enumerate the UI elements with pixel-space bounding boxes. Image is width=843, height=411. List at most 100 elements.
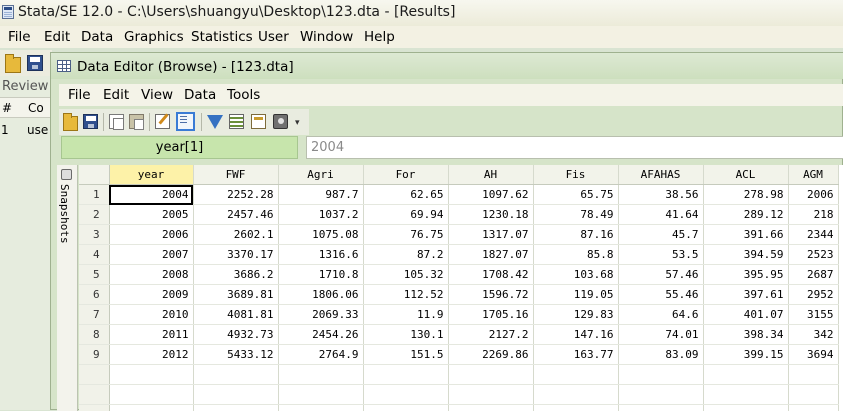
table-cell[interactable]: 2523 xyxy=(788,245,838,265)
menu-file[interactable]: File xyxy=(8,29,31,45)
table-cell[interactable]: 2269.86 xyxy=(448,345,533,365)
observation-number[interactable]: 1 xyxy=(79,185,109,205)
table-cell[interactable]: 397.61 xyxy=(703,285,788,305)
observation-number[interactable]: 8 xyxy=(79,325,109,345)
table-cell[interactable]: 1708.42 xyxy=(448,265,533,285)
table-cell[interactable] xyxy=(703,365,788,385)
table-cell[interactable]: 1037.2 xyxy=(278,205,363,225)
table-cell[interactable] xyxy=(533,385,618,405)
table-cell[interactable]: 1710.8 xyxy=(278,265,363,285)
table-cell[interactable]: 2006 xyxy=(109,225,193,245)
table-cell[interactable]: 4932.73 xyxy=(193,325,278,345)
table-cell[interactable]: 401.07 xyxy=(703,305,788,325)
cell-name-box[interactable]: year[1] xyxy=(61,136,298,159)
table-cell[interactable] xyxy=(703,385,788,405)
column-header-fis[interactable]: Fis xyxy=(533,165,618,185)
table-cell[interactable]: 1230.18 xyxy=(448,205,533,225)
menu-data[interactable]: Data xyxy=(81,29,113,45)
table-cell[interactable]: 103.68 xyxy=(533,265,618,285)
open-icon[interactable] xyxy=(63,116,78,131)
observation-number[interactable]: 2 xyxy=(79,205,109,225)
table-cell[interactable]: 64.6 xyxy=(618,305,703,325)
menu-edit[interactable]: Edit xyxy=(44,29,70,45)
table-cell[interactable]: 87.2 xyxy=(363,245,448,265)
table-cell[interactable]: 41.64 xyxy=(618,205,703,225)
table-cell[interactable]: 2344 xyxy=(788,225,838,245)
table-cell[interactable]: 395.95 xyxy=(703,265,788,285)
table-cell[interactable] xyxy=(788,365,838,385)
table-cell[interactable]: 2454.26 xyxy=(278,325,363,345)
table-cell[interactable]: 218 xyxy=(788,205,838,225)
table-cell[interactable] xyxy=(363,405,448,411)
menu-statistics[interactable]: Statistics xyxy=(191,29,253,45)
table-cell[interactable]: 2602.1 xyxy=(193,225,278,245)
observation-number[interactable]: 7 xyxy=(79,305,109,325)
table-cell[interactable]: 2005 xyxy=(109,205,193,225)
table-cell[interactable]: 1705.16 xyxy=(448,305,533,325)
table-cell[interactable] xyxy=(618,385,703,405)
variables-icon[interactable] xyxy=(229,114,244,129)
table-cell[interactable]: 4081.81 xyxy=(193,305,278,325)
table-cell[interactable]: 62.65 xyxy=(363,185,448,205)
observation-number[interactable]: 3 xyxy=(79,225,109,245)
observation-number[interactable]: 9 xyxy=(79,345,109,365)
table-cell[interactable]: 1806.06 xyxy=(278,285,363,305)
review-col-command[interactable]: Co xyxy=(28,101,44,115)
table-cell[interactable] xyxy=(109,365,193,385)
table-cell[interactable] xyxy=(448,365,533,385)
table-cell[interactable]: 74.01 xyxy=(618,325,703,345)
table-cell[interactable]: 69.94 xyxy=(363,205,448,225)
table-cell[interactable]: 57.46 xyxy=(618,265,703,285)
menu-help[interactable]: Help xyxy=(364,29,395,45)
review-col-number[interactable]: # xyxy=(2,101,12,115)
editor-menu-view[interactable]: View xyxy=(141,87,173,103)
table-cell[interactable]: 342 xyxy=(788,325,838,345)
table-cell[interactable]: 3686.2 xyxy=(193,265,278,285)
snapshots-tab[interactable]: Snapshots xyxy=(57,165,78,411)
filter-icon[interactable] xyxy=(207,115,223,129)
table-cell[interactable]: 55.46 xyxy=(618,285,703,305)
table-cell[interactable]: 87.16 xyxy=(533,225,618,245)
table-cell[interactable]: 2952 xyxy=(788,285,838,305)
snapshots-icon[interactable] xyxy=(273,114,288,129)
data-editor-browse-icon[interactable] xyxy=(176,112,195,131)
table-cell[interactable]: 1317.07 xyxy=(448,225,533,245)
table-cell[interactable] xyxy=(448,385,533,405)
table-cell[interactable]: 129.83 xyxy=(533,305,618,325)
open-folder-icon[interactable] xyxy=(5,57,21,73)
table-cell[interactable]: 151.5 xyxy=(363,345,448,365)
table-cell[interactable]: 76.75 xyxy=(363,225,448,245)
paste-icon[interactable] xyxy=(129,114,144,129)
copy-icon[interactable] xyxy=(109,114,124,129)
cell-value-field[interactable]: 2004 xyxy=(306,136,843,159)
table-cell[interactable]: 1316.6 xyxy=(278,245,363,265)
column-header-ah[interactable]: AH xyxy=(448,165,533,185)
table-cell[interactable] xyxy=(278,385,363,405)
table-cell[interactable]: 1097.62 xyxy=(448,185,533,205)
table-cell[interactable] xyxy=(278,365,363,385)
observation-number[interactable]: 4 xyxy=(79,245,109,265)
editor-menu-edit[interactable]: Edit xyxy=(103,87,129,103)
table-cell[interactable]: 2012 xyxy=(109,345,193,365)
column-header-agm[interactable]: AGM xyxy=(788,165,838,185)
menu-graphics[interactable]: Graphics xyxy=(124,29,184,45)
table-cell[interactable]: 289.12 xyxy=(703,205,788,225)
table-cell[interactable]: 394.59 xyxy=(703,245,788,265)
menu-user[interactable]: User xyxy=(258,29,289,45)
table-cell[interactable]: 105.32 xyxy=(363,265,448,285)
table-cell[interactable]: 2457.46 xyxy=(193,205,278,225)
table-cell[interactable]: 65.75 xyxy=(533,185,618,205)
table-cell[interactable]: 130.1 xyxy=(363,325,448,345)
table-cell[interactable]: 83.09 xyxy=(618,345,703,365)
table-cell[interactable]: 2764.9 xyxy=(278,345,363,365)
table-cell[interactable]: 2069.33 xyxy=(278,305,363,325)
table-cell[interactable]: 3370.17 xyxy=(193,245,278,265)
table-cell[interactable] xyxy=(618,405,703,411)
table-cell[interactable] xyxy=(788,405,838,411)
properties-icon[interactable] xyxy=(251,114,266,129)
table-cell[interactable]: 85.8 xyxy=(533,245,618,265)
table-cell[interactable]: 398.34 xyxy=(703,325,788,345)
table-cell[interactable] xyxy=(618,365,703,385)
table-cell[interactable]: 2007 xyxy=(109,245,193,265)
table-cell[interactable]: 53.5 xyxy=(618,245,703,265)
